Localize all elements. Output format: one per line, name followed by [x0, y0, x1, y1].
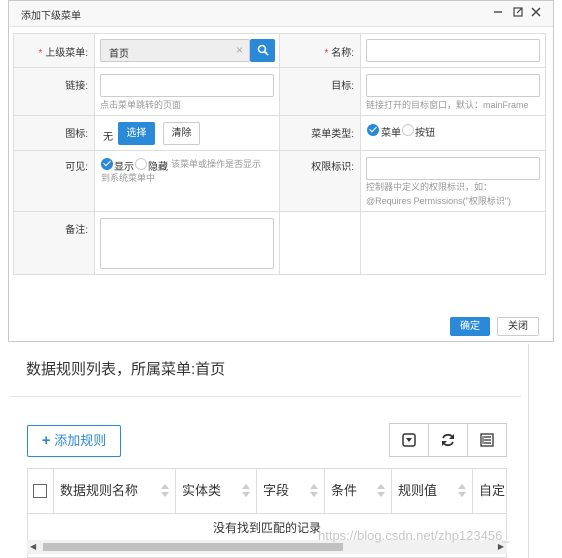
icon-cell: 无 选择 清除 [94, 115, 280, 151]
minimize-icon[interactable] [491, 5, 505, 19]
remark-textarea[interactable] [100, 218, 274, 269]
parent-menu-field[interactable]: 首页 × [100, 39, 250, 62]
search-icon [257, 44, 269, 56]
name-cell [360, 33, 546, 68]
remark-label: 备注: [65, 225, 88, 236]
link-cell: 点击菜单跳转的页面 [94, 67, 280, 116]
parent-menu-cell: 首页 × [94, 33, 280, 68]
visible-radio-hide[interactable] [135, 158, 147, 170]
column-header[interactable]: 条件 [325, 469, 392, 513]
menu-type-radio-menu[interactable] [367, 124, 379, 136]
menu-type-option-menu: 菜单 [381, 128, 401, 139]
icon-label: 图标: [65, 129, 88, 140]
icon-value: 无 [103, 132, 113, 143]
confirm-button[interactable]: 确定 [450, 317, 490, 336]
plus-icon: + [41, 432, 51, 449]
dialog-title-bar[interactable]: 添加下级菜单 [9, 1, 553, 27]
visible-option-show: 显示 [114, 162, 134, 173]
parent-menu-label: 上级菜单: [45, 48, 88, 59]
visible-cell: 显示 隐藏 该菜单或操作是否显示 到系统菜单中 [94, 150, 280, 212]
required-mark: * [38, 48, 43, 59]
target-input[interactable] [366, 74, 540, 97]
link-input[interactable] [100, 74, 274, 97]
add-submenu-dialog: 添加下级菜单 * 上级菜单: 首页 × * 名称: 链接: 点击菜单跳转的页面 [8, 0, 554, 342]
visible-help-line2: 到系统菜单中 [101, 173, 156, 183]
menu-type-label-cell: 菜单类型: [279, 115, 361, 151]
columns-icon [480, 433, 494, 447]
empty-label-cell [279, 211, 361, 275]
columns-button[interactable] [467, 423, 507, 457]
select-all-checkbox[interactable] [33, 484, 47, 498]
column-header[interactable]: 规则值 [392, 469, 473, 513]
scroll-left-icon[interactable]: ◀ [30, 543, 36, 551]
link-label: 链接: [65, 81, 88, 92]
remark-cell [94, 211, 280, 275]
list-title: 数据规则列表，所属菜单:首页 [26, 361, 226, 378]
close-button[interactable]: 关闭 [497, 317, 539, 336]
target-help: 链接打开的目标窗口，默认：mainFrame [366, 100, 529, 110]
toggle-icon [402, 433, 416, 447]
name-label: 名称: [331, 48, 354, 59]
toggle-view-button[interactable] [389, 423, 429, 457]
permission-label-cell: 权限标识: [279, 150, 361, 212]
watermark: https://blog.csdn.net/zhp123456_ [318, 528, 510, 543]
permission-cell: 控制器中定义的权限标识，如： @Requires Permissions("权限… [360, 150, 546, 212]
divider [10, 396, 521, 397]
icon-select-button[interactable]: 选择 [118, 122, 155, 145]
scroll-right-icon[interactable]: ▶ [498, 543, 504, 551]
menu-type-label: 菜单类型: [311, 129, 354, 140]
permission-label: 权限标识: [311, 162, 354, 173]
icon-clear-button[interactable]: 清除 [163, 122, 200, 145]
refresh-icon [442, 433, 454, 447]
target-label: 目标: [331, 81, 354, 92]
visible-help-line1: 该菜单或操作是否显示 [171, 159, 262, 169]
select-all-header [28, 469, 54, 513]
name-label-cell: * 名称: [279, 33, 361, 68]
icon-label-cell: 图标: [13, 115, 95, 151]
add-rule-button[interactable]: + 添加规则 [27, 425, 121, 457]
name-input[interactable] [366, 39, 540, 62]
dialog-title: 添加下级菜单 [21, 11, 81, 22]
required-mark: * [324, 48, 329, 59]
column-header[interactable]: 实体类 [176, 469, 257, 513]
scrollbar-thumb[interactable] [43, 543, 343, 551]
close-icon[interactable] [529, 5, 543, 19]
sort-icon [161, 484, 169, 498]
empty-cell [360, 211, 546, 275]
link-label-cell: 链接: [13, 67, 95, 116]
visible-radio-show[interactable] [101, 158, 113, 170]
parent-menu-value: 首页 [109, 49, 129, 60]
parent-menu-label-cell: * 上级菜单: [13, 33, 95, 68]
visible-label-cell: 可见: [13, 150, 95, 212]
sort-icon [310, 484, 318, 498]
menu-type-cell: 菜单 按钮 [360, 115, 546, 151]
target-label-cell: 目标: [279, 67, 361, 116]
sort-icon [377, 484, 385, 498]
panel-border [528, 344, 529, 558]
search-button[interactable] [250, 39, 275, 62]
add-rule-label: 添加规则 [54, 433, 107, 448]
maximize-icon[interactable] [511, 5, 525, 19]
visible-option-hide: 隐藏 [148, 162, 168, 173]
permission-help-line1: 控制器中定义的权限标识，如： [366, 182, 493, 192]
menu-type-radio-button[interactable] [402, 124, 414, 136]
link-help: 点击菜单跳转的页面 [100, 100, 182, 110]
target-cell: 链接打开的目标窗口，默认：mainFrame [360, 67, 546, 116]
clear-x-icon[interactable]: × [236, 43, 243, 57]
menu-type-option-button: 按钮 [415, 128, 435, 139]
remark-label-cell: 备注: [13, 211, 95, 275]
sort-icon [458, 484, 466, 498]
column-header[interactable]: 自定 [473, 469, 506, 513]
refresh-button[interactable] [428, 423, 468, 457]
permission-input[interactable] [366, 157, 540, 180]
visible-label: 可见: [65, 162, 88, 173]
column-header[interactable]: 数据规则名称 [54, 469, 176, 513]
column-header[interactable]: 字段 [257, 469, 325, 513]
permission-help-line2: @Requires Permissions("权限标识") [366, 196, 512, 206]
sort-icon [242, 484, 250, 498]
